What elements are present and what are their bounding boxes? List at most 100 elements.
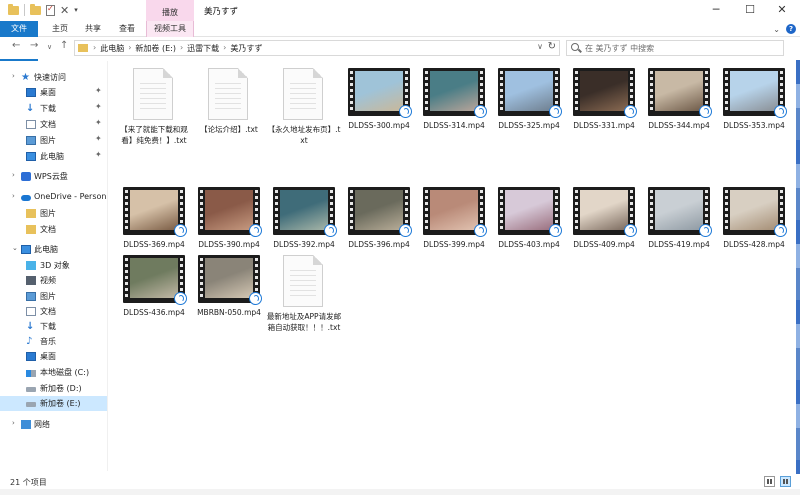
details-view-button[interactable]: [764, 476, 775, 487]
contextual-tab-header[interactable]: 播放: [146, 0, 194, 21]
tab-share[interactable]: 共享: [78, 21, 108, 37]
nav-pc-pictures[interactable]: 图片: [0, 289, 107, 304]
pin-icon[interactable]: ✦: [95, 102, 102, 111]
nav-pc-drive-c[interactable]: 本地磁盘 (C:): [0, 365, 107, 380]
breadcrumb-this-pc[interactable]: 此电脑: [100, 43, 124, 54]
video-file-item[interactable]: DLDSS-409.mp4: [566, 187, 642, 277]
video-file-item[interactable]: DLDSS-314.mp4: [416, 68, 492, 158]
delete-icon[interactable]: ✕: [60, 5, 69, 16]
pin-icon[interactable]: ✦: [95, 134, 102, 143]
address-bar[interactable]: › 此电脑 › 新加卷 (E:) › 迅雷下载 › 美乃すず ∨ ↻: [74, 40, 560, 56]
video-file-item[interactable]: MBRBN-050.mp4: [191, 255, 267, 345]
video-file-item[interactable]: DLDSS-399.mp4: [416, 187, 492, 277]
pin-icon[interactable]: ✦: [95, 150, 102, 159]
nav-quick-documents[interactable]: 文档 ✦: [0, 117, 107, 132]
nav-label: 下载: [40, 104, 56, 113]
sync-badge-icon: [324, 224, 337, 237]
chevron-right-icon[interactable]: ›: [223, 43, 226, 54]
pin-icon[interactable]: ✦: [95, 118, 102, 127]
video-file-item[interactable]: DLDSS-428.mp4: [716, 187, 792, 277]
help-icon[interactable]: ?: [786, 24, 796, 34]
file-name: DLDSS-403.mp4: [498, 240, 560, 249]
nav-onedrive[interactable]: › OneDrive - Persona: [0, 190, 107, 205]
tab-video-tools[interactable]: 视频工具: [146, 21, 194, 37]
expand-chevron-icon[interactable]: ›: [12, 72, 15, 80]
nav-quick-access[interactable]: › ★ 快速访问: [0, 70, 107, 85]
video-thumbnail: [723, 187, 787, 237]
up-arrow-icon[interactable]: ↑: [60, 40, 68, 51]
ribbon-right-controls: ⌄ ?: [773, 24, 796, 34]
breadcrumb-thunder-downloads[interactable]: 迅雷下载: [187, 43, 219, 54]
breadcrumb-current-folder[interactable]: 美乃すず: [230, 43, 262, 54]
back-arrow-icon[interactable]: ←: [12, 40, 20, 51]
customize-toolbar-chevron-icon[interactable]: ▾: [74, 6, 78, 14]
video-file-item[interactable]: DLDSS-396.mp4: [341, 187, 417, 277]
chevron-right-icon[interactable]: ›: [180, 43, 183, 54]
video-frame: [430, 71, 478, 111]
sync-badge-icon: [249, 224, 262, 237]
video-thumbnail: [348, 68, 412, 118]
new-folder-icon[interactable]: [30, 3, 41, 15]
pin-icon[interactable]: ✦: [95, 86, 102, 95]
nav-pc-downloads[interactable]: ↓ 下载: [0, 319, 107, 334]
nav-quick-desktop[interactable]: 桌面 ✦: [0, 85, 107, 100]
recent-locations-chevron-icon[interactable]: ∨: [47, 43, 52, 51]
file-name: 【论坛介绍】.txt: [200, 125, 258, 134]
refresh-icon[interactable]: ↻: [548, 41, 556, 52]
nav-wps-cloud[interactable]: › WPS云盘: [0, 169, 107, 184]
nav-this-pc[interactable]: ⌄ 此电脑: [0, 242, 107, 257]
nav-quick-this-pc[interactable]: 此电脑 ✦: [0, 149, 107, 164]
nav-quick-pictures[interactable]: 图片 ✦: [0, 133, 107, 148]
text-file-item[interactable]: 最新地址及APP请发邮箱自动获取！！！.txt: [266, 255, 342, 345]
separator: [24, 4, 25, 16]
video-frame: [205, 258, 253, 298]
expand-chevron-icon[interactable]: ›: [12, 171, 15, 179]
tab-view[interactable]: 查看: [112, 21, 142, 37]
nav-pc-desktop[interactable]: 桌面: [0, 349, 107, 364]
address-history-chevron-icon[interactable]: ∨: [537, 42, 543, 51]
nav-network[interactable]: › 网络: [0, 417, 107, 432]
video-file-item[interactable]: DLDSS-403.mp4: [491, 187, 567, 277]
chevron-right-icon[interactable]: ›: [128, 43, 131, 54]
maximize-button[interactable]: ☐: [734, 2, 766, 18]
breadcrumb-drive-e[interactable]: 新加卷 (E:): [135, 43, 176, 54]
search-input[interactable]: 在 美乃すず 中搜索: [566, 40, 784, 56]
expand-chevron-icon[interactable]: ›: [12, 419, 15, 427]
nav-label: 桌面: [40, 88, 56, 97]
nav-onedrive-documents[interactable]: 文档: [0, 222, 107, 237]
expand-ribbon-chevron-icon[interactable]: ⌄: [773, 25, 780, 34]
video-thumbnail: [648, 68, 712, 118]
text-document-icon: [283, 255, 323, 307]
video-file-item[interactable]: DLDSS-353.mp4: [716, 68, 792, 158]
large-icons-view-button[interactable]: [780, 476, 791, 487]
nav-pc-drive-d[interactable]: 新加卷 (D:): [0, 381, 107, 396]
video-file-item[interactable]: DLDSS-325.mp4: [491, 68, 567, 158]
expand-chevron-icon[interactable]: ›: [12, 192, 15, 200]
properties-icon[interactable]: [46, 4, 55, 16]
text-file-item[interactable]: 【论坛介绍】.txt: [191, 68, 267, 158]
nav-pc-music[interactable]: ♪ 音乐: [0, 334, 107, 349]
file-list-view: 【来了就能下载和观看】纯免费！】.txt 【论坛介绍】.txt 【永久地址发布页】.…: [108, 61, 787, 471]
close-button[interactable]: ✕: [766, 2, 798, 18]
nav-pc-drive-e[interactable]: 新加卷 (E:): [0, 396, 107, 411]
video-thumbnail: [498, 68, 562, 118]
video-file-item[interactable]: DLDSS-331.mp4: [566, 68, 642, 158]
text-file-item[interactable]: 【永久地址发布页】.txt: [266, 68, 342, 158]
video-file-item[interactable]: DLDSS-300.mp4: [341, 68, 417, 158]
nav-pc-videos[interactable]: 视频: [0, 273, 107, 288]
document-lines: [140, 83, 166, 113]
tab-home[interactable]: 主页: [44, 21, 76, 37]
minimize-button[interactable]: ─: [700, 2, 732, 18]
video-file-item[interactable]: DLDSS-436.mp4: [116, 255, 192, 345]
nav-label: 网络: [34, 420, 50, 429]
text-file-item[interactable]: 【来了就能下载和观看】纯免费！】.txt: [116, 68, 192, 158]
video-file-item[interactable]: DLDSS-344.mp4: [641, 68, 717, 158]
nav-onedrive-pictures[interactable]: 图片: [0, 206, 107, 221]
collapse-chevron-icon[interactable]: ⌄: [12, 244, 18, 252]
forward-arrow-icon[interactable]: →: [30, 40, 38, 51]
nav-pc-documents[interactable]: 文档: [0, 304, 107, 319]
nav-quick-downloads[interactable]: ↓ 下载 ✦: [0, 101, 107, 116]
window-title: 美乃すず: [204, 7, 239, 17]
video-file-item[interactable]: DLDSS-419.mp4: [641, 187, 717, 277]
nav-pc-3d-objects[interactable]: 3D 对象: [0, 258, 107, 273]
